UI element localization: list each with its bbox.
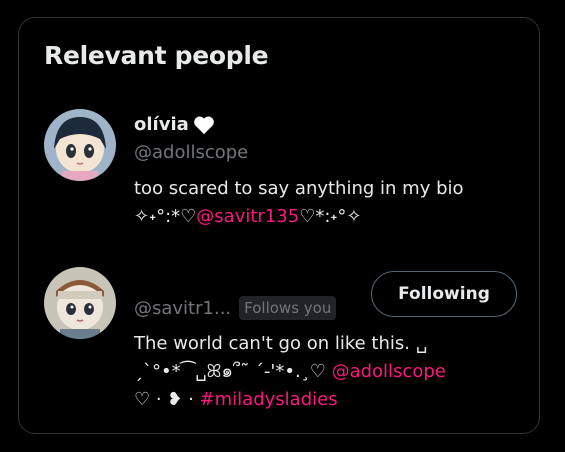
hashtag-link[interactable]: #miladysladies (200, 389, 338, 410)
bio-decoration: ˏˋ°•*⁀␣ꕤ๑՞˜ ˊ-'*•.¸♡ (134, 361, 332, 382)
relevant-people-card: Relevant people olívia @adollscope too s… (18, 17, 540, 434)
mention-link[interactable]: @savitr135 (196, 206, 299, 227)
mention-link[interactable]: @adollscope (332, 361, 446, 382)
person-bio: The world can't go on like this. ␣ ˏˋ°•*… (134, 330, 446, 414)
following-button[interactable]: Following (371, 271, 517, 317)
bio-line: The world can't go on like this. ␣ (134, 333, 428, 354)
person-handle[interactable]: @savitr1... (134, 298, 231, 319)
person-name-row[interactable]: olívia (134, 114, 215, 135)
person-handle[interactable]: @adollscope (134, 142, 248, 163)
person-name[interactable]: olívia (134, 114, 189, 135)
person-bio: too scared to say anything in my bio ✧˖°… (134, 175, 464, 231)
bio-line: ♡ · ❥ · #miladysladies (134, 386, 446, 414)
section-title: Relevant people (44, 41, 269, 70)
person-handle-row: @savitr1... Follows you (134, 296, 337, 320)
bio-line: ✧˖°:*♡@savitr135♡*:˖°✧ (134, 203, 464, 231)
follows-you-badge: Follows you (239, 296, 337, 320)
avatar[interactable] (44, 109, 116, 181)
bio-decoration: ♡ · ❥ · (134, 389, 200, 410)
avatar-olivia-image (44, 109, 116, 181)
avatar-savitr-image (44, 267, 116, 339)
bio-line: ˏˋ°•*⁀␣ꕤ๑՞˜ ˊ-'*•.¸♡ @adollscope (134, 358, 446, 386)
bio-line: too scared to say anything in my bio (134, 178, 464, 199)
avatar[interactable] (44, 267, 116, 339)
bio-decoration: ♡*:˖°✧ (299, 206, 362, 227)
white-heart-icon (193, 116, 214, 134)
bio-decoration: ✧˖°:*♡ (134, 206, 197, 227)
